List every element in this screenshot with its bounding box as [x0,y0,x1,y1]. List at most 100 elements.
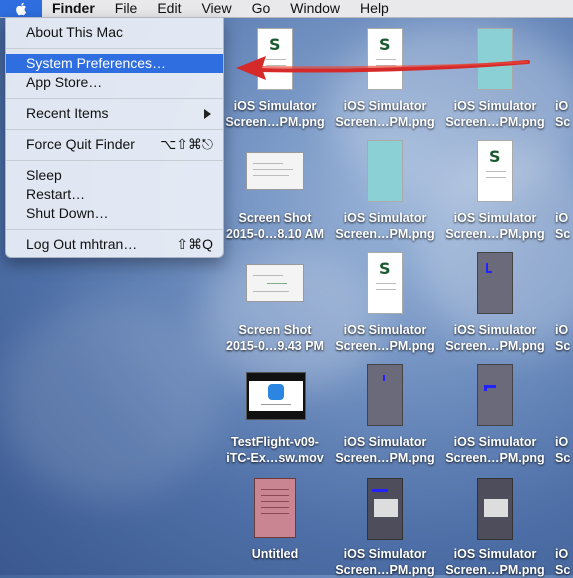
icon-label-line1: iOS Simulator [343,211,427,225]
icon-label-line1: TestFlight-v09- [231,435,319,449]
video-thumbnail [246,372,306,420]
menu-help[interactable]: Help [350,0,399,17]
image-thumbnail [477,364,513,426]
image-thumbnail [477,478,513,540]
menu-item-label: Shut Down… [26,205,109,221]
icon-label-line1: iOS Simulator [343,547,427,561]
desktop-icon-file[interactable]: iOS Simulator Screen…PM.png [330,474,440,577]
menu-window[interactable]: Window [280,0,350,17]
icon-label-line2: Screen…PM.png [335,563,435,577]
menu-item-label: System Preferences… [26,55,167,71]
icon-label-line2: Screen…PM.png [445,227,545,241]
partial-icon-label: iO [555,323,569,337]
icon-label-line1: iOS Simulator [233,99,317,113]
icon-label-line1: iOS Simulator [453,547,537,561]
image-thumbnail [246,152,304,190]
image-thumbnail: S [367,252,403,314]
icon-label-line2: iTC-Ex…sw.mov [226,451,324,465]
icon-label-line1: iOS Simulator [343,323,427,337]
partial-icon-label: Sc [555,339,571,353]
icon-label-line2: 2015-0…8.10 AM [225,227,325,241]
menu-separator [6,229,223,230]
desktop-icon-file[interactable]: TestFlight-v09- iTC-Ex…sw.mov [220,362,330,472]
apple-icon [16,2,26,15]
menu-item-label: Restart… [26,186,86,202]
icon-label-line2: 2015-0…9.43 PM [226,339,324,353]
menu-go[interactable]: Go [242,0,281,17]
image-thumbnail: S [477,140,513,202]
image-thumbnail [246,264,304,302]
menu-item-about-this-mac[interactable]: About This Mac [6,23,223,42]
icon-label-line1: iOS Simulator [453,211,537,225]
icon-label-line1: Screen Shot [238,323,312,337]
desktop-icon-file[interactable]: iOS Simulator Screen…PM.png [330,138,440,248]
partial-icon-label: iO [555,211,569,225]
menu-item-label: Recent Items [26,105,109,121]
desktop-icon-file[interactable]: Screen Shot 2015-0…9.43 PM [220,250,330,360]
desktop-icon-file[interactable]: S iOS Simulator Screen…PM.png [330,250,440,360]
menu-separator [6,160,223,161]
icon-label-line2: Screen…PM.png [225,115,325,129]
partial-icon-label: Sc [555,451,571,465]
menu-item-app-store[interactable]: App Store… [6,73,223,92]
desktop-icon-file[interactable]: iOS Simulator Screen…PM.png [440,250,550,360]
image-thumbnail [367,478,403,540]
desktop-icon-file[interactable]: iOS Simulator Screen…PM.png [330,362,440,472]
icon-label-line1: Screen Shot [238,211,312,225]
menu-item-shortcut: ⇧⌘Q [176,236,213,252]
menu-item-system-preferences[interactable]: System Preferences… [6,54,223,73]
icon-label-line2: Screen…PM.png [445,451,545,465]
menu-item-sleep[interactable]: Sleep [6,166,223,185]
icon-label-line2: Screen…PM.png [445,115,545,129]
menu-item-recent-items[interactable]: Recent Items [6,104,223,123]
menu-item-label: Log Out mhtran… [26,236,138,252]
apple-menu-dropdown: About This Mac System Preferences… App S… [5,17,224,258]
desktop-icon-file[interactable]: iOS Simulator Screen…PM.png [440,474,550,577]
apple-menu-button[interactable] [0,0,42,17]
icon-label-line2: Screen…PM.png [335,115,435,129]
menu-separator [6,48,223,49]
icon-label-line1: iOS Simulator [453,99,537,113]
document-thumbnail [254,478,296,538]
icon-label-line2: Screen…PM.png [335,227,435,241]
menu-item-label: About This Mac [26,24,124,40]
menu-item-label: Sleep [26,167,62,183]
menu-separator [6,129,223,130]
partial-icon-label: iO [555,435,569,449]
icon-label-line2: Screen…PM.png [335,451,435,465]
icon-label-line2: Screen…PM.png [445,339,545,353]
desktop-icon-file[interactable]: S iOS Simulator Screen…PM.png [440,138,550,248]
icon-label-line1: iOS Simulator [343,99,427,113]
submenu-arrow-icon [204,109,211,119]
menu-item-label: App Store… [26,74,103,90]
image-thumbnail [477,252,513,314]
icon-label-line1: iOS Simulator [343,435,427,449]
icon-label-line1: iOS Simulator [453,435,537,449]
partial-icon-label: Sc [555,227,571,241]
menu-finder[interactable]: Finder [42,0,105,17]
menu-item-restart[interactable]: Restart… [6,185,223,204]
desktop-icon-file[interactable]: Untitled [220,474,330,575]
menu-file[interactable]: File [105,0,148,17]
partial-icon-label: Sc [555,563,571,577]
menu-item-shut-down[interactable]: Shut Down… [6,204,223,223]
image-thumbnail [367,140,403,202]
menu-separator [6,98,223,99]
partial-icon-label: Sc [555,115,571,129]
desktop-icon-file[interactable]: iOS Simulator Screen…PM.png [440,362,550,472]
menu-view[interactable]: View [191,0,241,17]
icon-label-line2: Screen…PM.png [445,563,545,577]
partial-icon-label: iO [555,99,569,113]
image-thumbnail [367,364,403,426]
icon-label-line1: Untitled [251,547,299,561]
menu-bar: Finder File Edit View Go Window Help [0,0,573,18]
menu-item-force-quit[interactable]: Force Quit Finder ⌥⇧⌘⎋ [6,135,223,154]
menu-item-log-out[interactable]: Log Out mhtran… ⇧⌘Q [6,235,223,254]
red-annotation-arrow [236,56,530,80]
desktop-icon-file[interactable]: Screen Shot 2015-0…8.10 AM [220,138,330,248]
icon-label-line2: Screen…PM.png [335,339,435,353]
menu-item-label: Force Quit Finder [26,136,135,152]
menu-item-shortcut: ⌥⇧⌘⎋ [160,136,213,152]
menu-edit[interactable]: Edit [147,0,191,17]
partial-icon-label: iO [555,547,569,561]
